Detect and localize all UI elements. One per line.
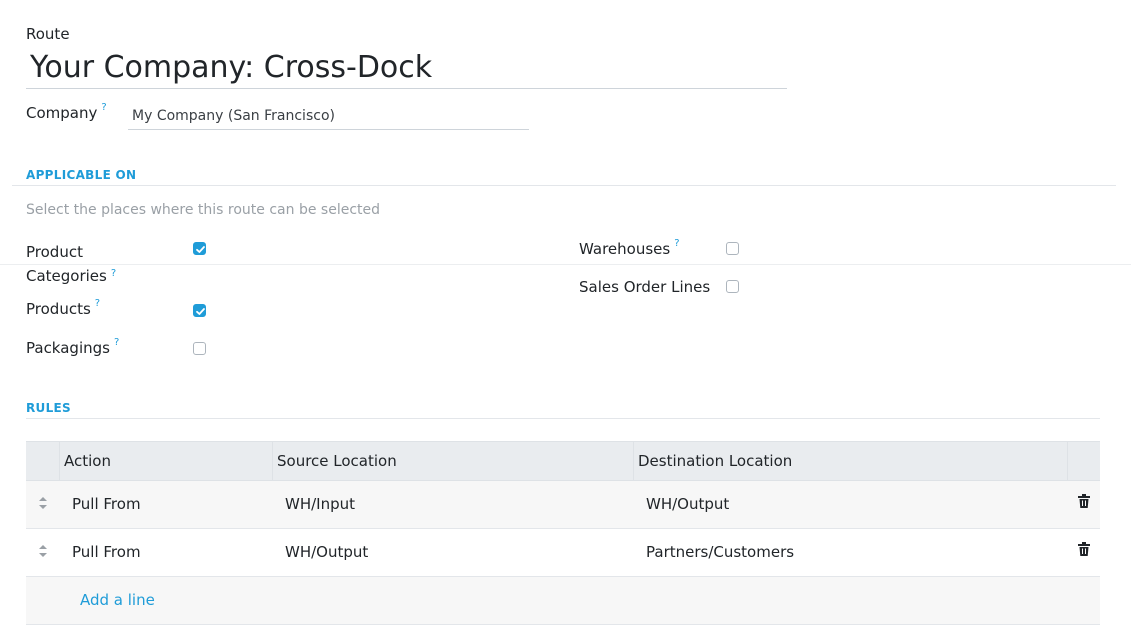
rules-title: RULES <box>26 401 71 415</box>
rule-action[interactable]: Pull From <box>72 529 141 576</box>
products-label: Products? <box>26 298 100 318</box>
rule-action[interactable]: Pull From <box>72 481 141 528</box>
column-action[interactable]: Action <box>59 442 272 480</box>
rule-destination[interactable]: WH/Output <box>646 481 729 528</box>
checkbox-checked-icon <box>196 308 205 315</box>
warehouses-label-text: Warehouses <box>579 240 671 258</box>
section-divider <box>12 185 1116 186</box>
table-header: Action Source Location Destination Locat… <box>26 441 1100 481</box>
rule-source[interactable]: WH/Output <box>285 529 368 576</box>
packagings-checkbox[interactable] <box>193 342 206 355</box>
sales-order-lines-checkbox[interactable] <box>726 280 739 293</box>
drag-handle-icon[interactable] <box>38 543 48 559</box>
packagings-label: Packagings? <box>26 337 119 357</box>
rules-divider <box>26 418 1100 419</box>
trash-icon[interactable] <box>1078 494 1090 508</box>
drag-handle-icon[interactable] <box>38 495 48 511</box>
warehouses-label: Warehouses? <box>579 238 680 258</box>
packagings-label-text: Packagings <box>26 339 110 357</box>
add-line-row: Add a line <box>26 577 1100 625</box>
column-source-location[interactable]: Source Location <box>272 442 633 480</box>
table-row[interactable]: Pull From WH/Input WH/Output <box>26 481 1100 529</box>
column-destination-location[interactable]: Destination Location <box>633 442 1067 480</box>
applicable-on-title: APPLICABLE ON <box>26 168 137 182</box>
route-name-input[interactable] <box>26 46 787 89</box>
help-icon[interactable]: ? <box>95 298 100 309</box>
rule-source[interactable]: WH/Input <box>285 481 355 528</box>
warehouses-checkbox[interactable] <box>726 242 739 255</box>
trash-icon[interactable] <box>1078 542 1090 556</box>
company-label-text: Company <box>26 104 98 122</box>
products-label-text: Products <box>26 300 91 318</box>
help-icon[interactable]: ? <box>111 268 116 279</box>
rule-destination[interactable]: Partners/Customers <box>646 529 794 576</box>
product-categories-label: Product Categories? <box>26 240 116 288</box>
add-line-link[interactable]: Add a line <box>80 577 155 623</box>
sales-order-lines-label: Sales Order Lines <box>579 278 711 296</box>
help-icon[interactable]: ? <box>114 337 119 348</box>
products-checkbox[interactable] <box>193 304 206 317</box>
table-row[interactable]: Pull From WH/Output Partners/Customers <box>26 529 1100 577</box>
company-label: Company? <box>26 102 107 122</box>
row-divider <box>0 264 1131 265</box>
product-categories-checkbox[interactable] <box>193 242 206 255</box>
product-categories-line2: Categories <box>26 267 107 285</box>
checkbox-checked-icon <box>196 246 205 253</box>
column-separator <box>1067 442 1068 480</box>
company-field[interactable] <box>128 102 529 130</box>
help-icon[interactable]: ? <box>674 238 679 249</box>
route-label: Route <box>26 25 70 43</box>
product-categories-line1: Product <box>26 243 83 261</box>
help-icon[interactable]: ? <box>101 102 106 113</box>
applicable-on-hint: Select the places where this route can b… <box>26 202 381 218</box>
rules-table: Action Source Location Destination Locat… <box>26 441 1100 625</box>
